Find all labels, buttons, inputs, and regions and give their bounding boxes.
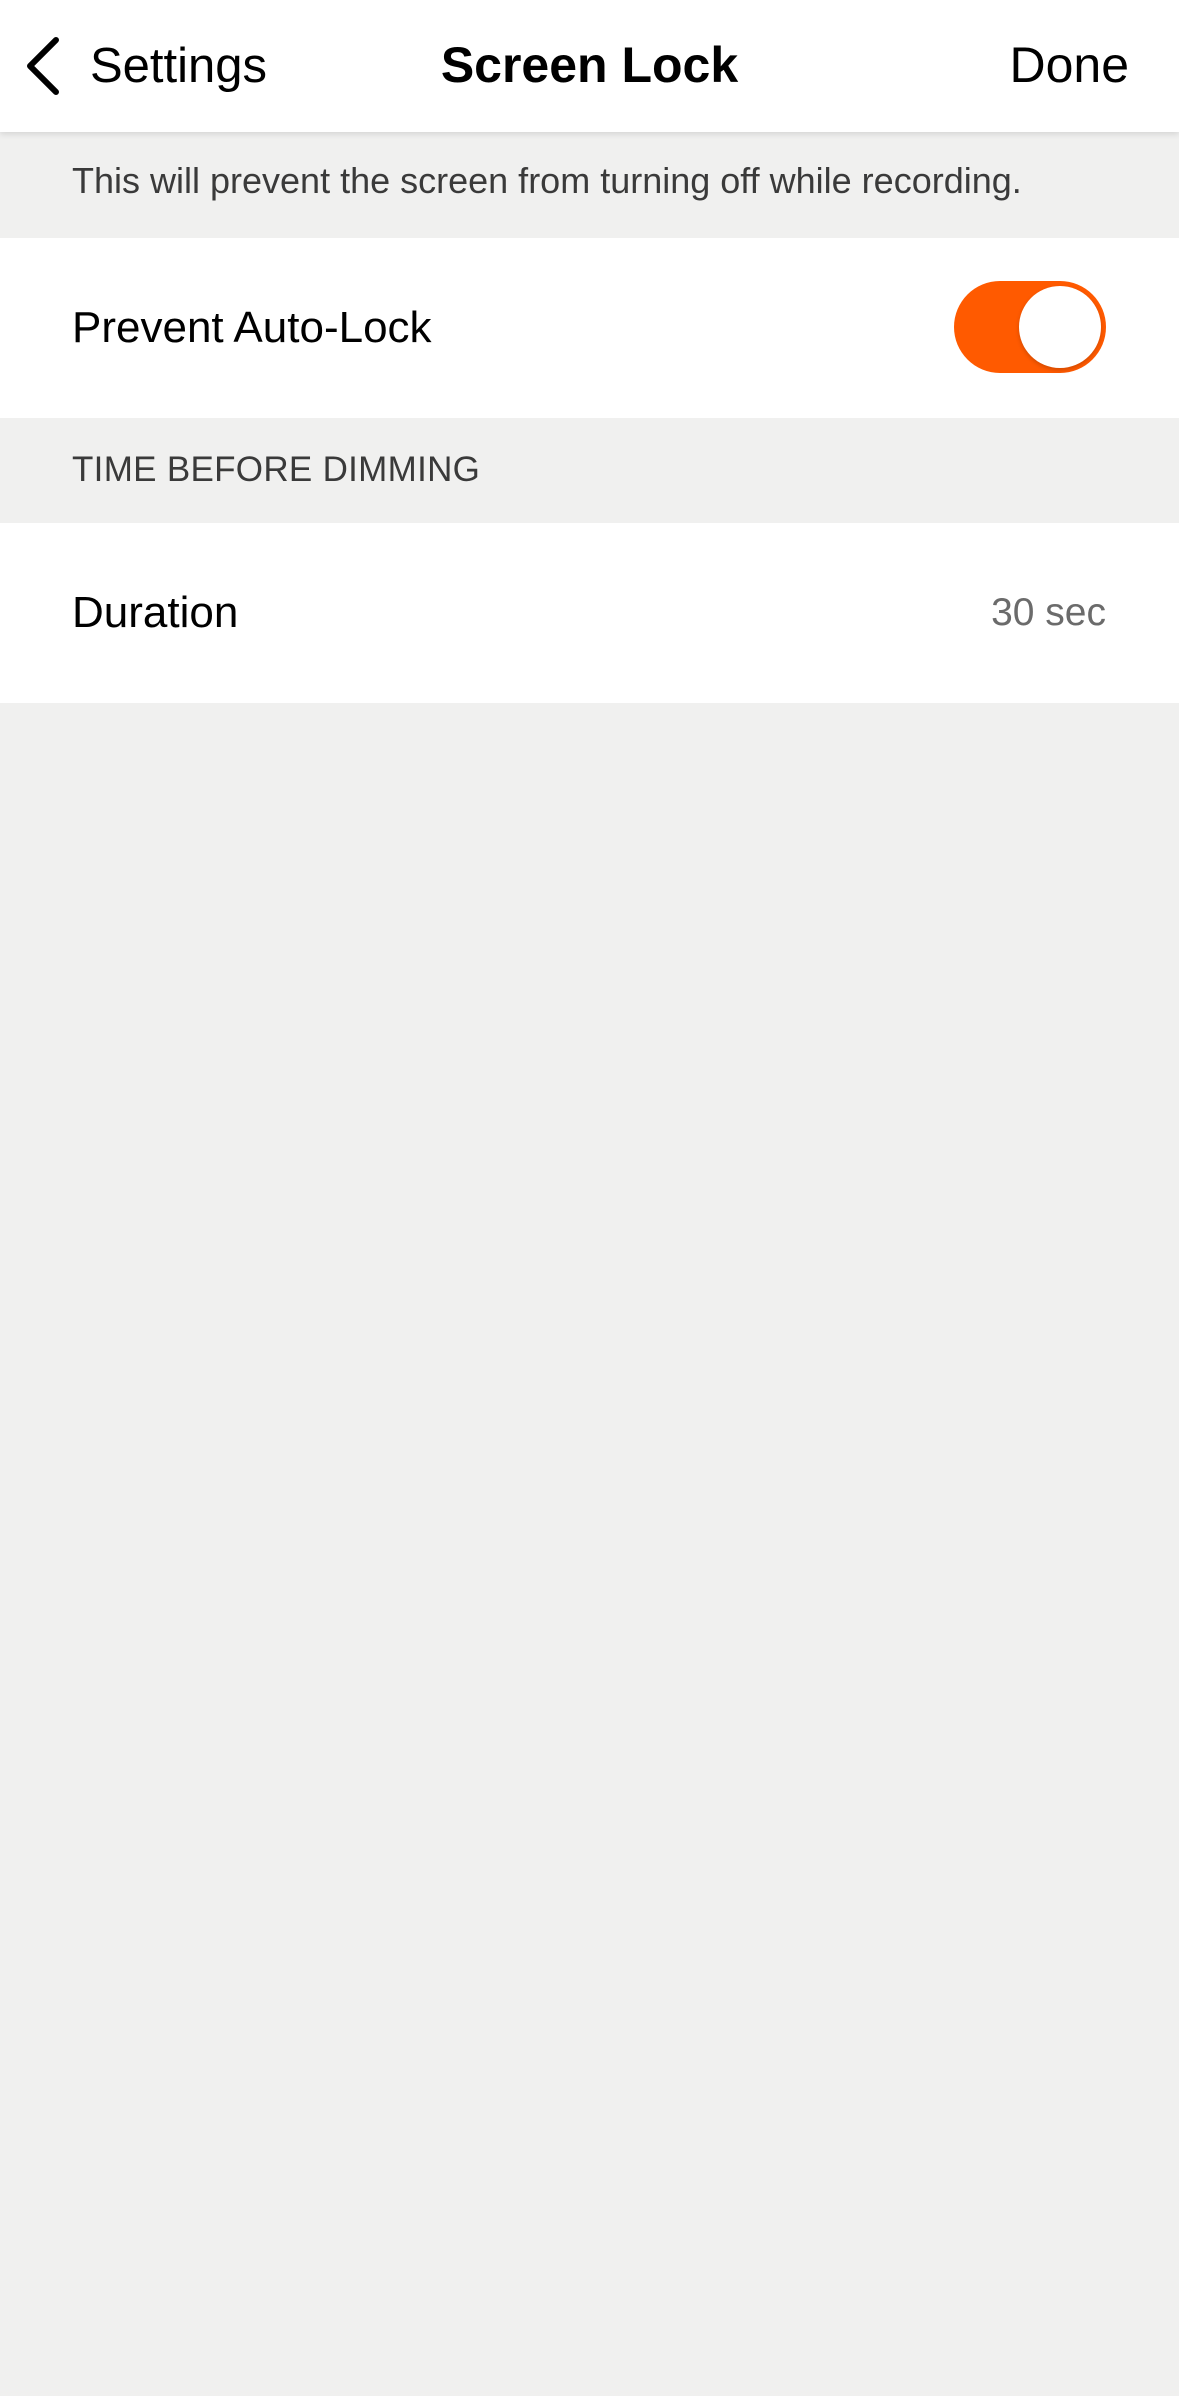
duration-label: Duration <box>72 588 239 637</box>
duration-row[interactable]: Duration 30 sec <box>0 523 1179 703</box>
duration-value: 30 sec <box>991 591 1106 634</box>
back-button-label: Settings <box>90 39 268 93</box>
chevron-left-icon <box>22 34 66 98</box>
done-button[interactable]: Done <box>1009 36 1129 94</box>
prevent-auto-lock-row: Prevent Auto-Lock <box>0 238 1179 418</box>
back-button[interactable]: Settings <box>22 30 267 102</box>
navigation-bar: Settings Screen Lock Done <box>0 0 1179 132</box>
toggle-knob <box>1019 286 1101 368</box>
prevent-auto-lock-toggle[interactable] <box>954 281 1106 373</box>
prevent-auto-lock-label: Prevent Auto-Lock <box>72 303 432 352</box>
auto-lock-description: This will prevent the screen from turnin… <box>72 160 1022 201</box>
section-header-time-before-dimming: TIME BEFORE DIMMING <box>72 450 481 489</box>
